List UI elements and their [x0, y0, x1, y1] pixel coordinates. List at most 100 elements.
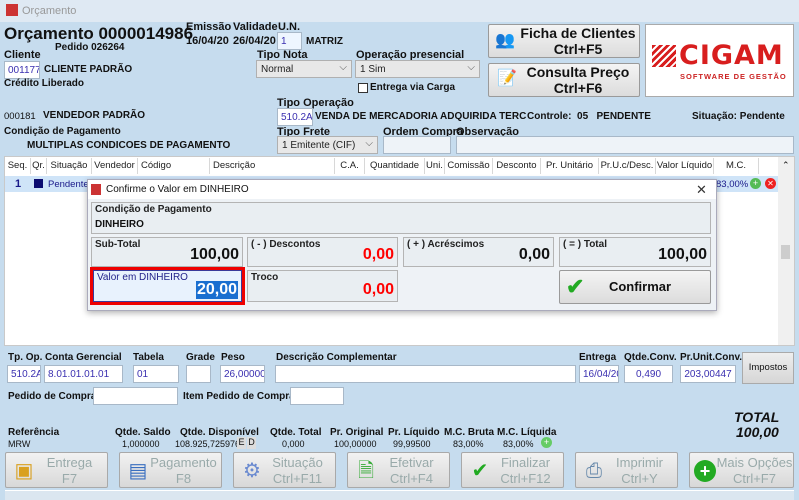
delete-icon[interactable]: ✕	[765, 178, 776, 189]
grid-scrollbar[interactable]: ⌃	[778, 157, 794, 345]
logo-house-icon	[652, 45, 676, 67]
subtotal-value: 100,00	[190, 246, 239, 263]
entrega-label: Entrega	[579, 352, 617, 363]
entrega-carga-checkbox[interactable]	[358, 83, 368, 93]
entrega-carga-label: Entrega via Carga	[370, 82, 456, 93]
e-button[interactable]: E	[237, 437, 246, 449]
col-pr-uc-desc[interactable]: Pr.U.c/Desc.	[599, 158, 656, 174]
row-seq: 1	[15, 178, 22, 190]
confirmar-button[interactable]: ✔ Confirmar	[559, 270, 711, 304]
credito-status: Crédito Liberado	[4, 78, 85, 89]
imprimir-button[interactable]: ⎙ Imprimir Ctrl+Y	[575, 452, 678, 488]
pagamento-button[interactable]: ▤ Pagamento F8	[119, 452, 222, 488]
pedido-label: Pedido	[55, 42, 89, 53]
add-icon[interactable]: +	[750, 178, 761, 189]
tabela-input[interactable]: 01	[133, 365, 179, 383]
tpop-input[interactable]: 510.2A	[7, 365, 41, 383]
operacao-presencial-select[interactable]: 1 Sim	[355, 60, 480, 78]
un-input[interactable]: 1	[277, 32, 302, 50]
col-quantidade[interactable]: Quantidade	[365, 158, 425, 174]
acrescimos-label: ( + ) Acréscimos	[407, 239, 485, 250]
cigam-logo: CIGAM SOFTWARE DE GESTÃO	[645, 24, 794, 97]
ficha-clientes-button[interactable]: 👥 Ficha de Clientes Ctrl+F5	[488, 24, 640, 58]
col-descricao[interactable]: Descrição	[210, 158, 335, 174]
descontos-box: ( - ) Descontos 0,00	[247, 237, 398, 267]
grade-input[interactable]	[186, 365, 211, 383]
situacao-button[interactable]: ⚙ Situação Ctrl+F11	[233, 452, 336, 488]
mais-opcoes-button[interactable]: + Mais Opções Ctrl+F7	[689, 452, 794, 488]
col-uni[interactable]: Uni.	[425, 158, 445, 174]
tipo-nota-select[interactable]: Normal	[256, 60, 352, 78]
document-check-icon: 🗎	[357, 460, 375, 482]
col-situacao[interactable]: Situação	[47, 158, 92, 174]
troco-label: Troco	[251, 272, 279, 283]
finalizar-button[interactable]: ✔ Finalizar Ctrl+F12	[461, 452, 564, 488]
cash-register-icon: ▤	[128, 460, 148, 482]
qtdeconv-input[interactable]: 0,490	[624, 365, 673, 383]
col-pr-unitario[interactable]: Pr. Unitário	[541, 158, 599, 174]
title-bar: Orçamento	[0, 0, 799, 22]
qtotal-value: 0,000	[282, 439, 305, 449]
col-codigo[interactable]: Código	[138, 158, 210, 174]
dialog-condicao-label: Condição de Pagamento	[95, 204, 212, 215]
situacao: Situação: Pendente	[692, 111, 785, 122]
pedido-value: 026264	[91, 42, 125, 53]
mcl-add-icon[interactable]: +	[541, 437, 552, 448]
tipo-operacao-desc: VENDA DE MERCADORIA ADQUIRIDA TERC	[315, 111, 527, 122]
col-valor-liquido[interactable]: Valor Líquido	[656, 158, 714, 174]
imprimir-shortcut: Ctrl+Y	[621, 471, 658, 486]
mais-opcoes-label: Mais Opções	[716, 455, 793, 470]
col-vendedor[interactable]: Vendedor	[92, 158, 138, 174]
conta-input[interactable]: 8.01.01.01.01	[44, 365, 123, 383]
gear-check-icon: ⚙	[243, 460, 261, 482]
scroll-up-icon[interactable]: ⌃	[782, 160, 790, 171]
mcb-value: 83,00%	[453, 439, 484, 449]
item-pedido-input[interactable]	[290, 387, 344, 405]
ordem-compra-input[interactable]	[383, 136, 451, 154]
dialog-app-icon	[91, 184, 101, 195]
entrega-button[interactable]: ▣ Entrega F7	[5, 452, 108, 488]
pedido-compra-input[interactable]	[93, 387, 178, 405]
entrega-input[interactable]: 16/04/20	[579, 365, 619, 383]
prorig-value: 100,00000	[334, 439, 377, 449]
tipo-frete-select[interactable]: 1 Emitente (CIF)	[277, 136, 378, 154]
col-desconto[interactable]: Desconto	[493, 158, 541, 174]
scroll-thumb[interactable]	[781, 245, 790, 259]
col-qr[interactable]: Qr.	[31, 158, 47, 174]
tipo-operacao-input[interactable]: 510.2A	[277, 108, 313, 126]
col-seq[interactable]: Seq.	[5, 158, 31, 174]
troco-box: Troco 0,00	[247, 270, 398, 302]
impostos-button[interactable]: Impostos	[742, 352, 794, 384]
vendedor-code: 000181	[4, 111, 36, 122]
observacao-input[interactable]	[456, 136, 794, 154]
validade-value: 26/04/20	[233, 35, 276, 47]
d-button[interactable]: D	[247, 437, 256, 449]
grade-label: Grade	[186, 352, 215, 363]
col-mc[interactable]: M.C.	[714, 158, 759, 174]
close-icon[interactable]: ✕	[696, 182, 707, 198]
un-name: MATRIZ	[306, 36, 344, 47]
total-value: 100,00	[658, 246, 707, 263]
efetivar-button[interactable]: 🗎 Efetivar Ctrl+F4	[347, 452, 450, 488]
prunit-input[interactable]: 203,00447	[680, 365, 736, 383]
efetivar-shortcut: Ctrl+F4	[390, 471, 433, 486]
consulta-label: Consulta Preço	[526, 64, 630, 80]
vendedor-name: VENDEDOR PADRÃO	[43, 110, 146, 121]
peso-input[interactable]: 26,00000	[220, 365, 265, 383]
checkmark-icon: ✔	[471, 460, 489, 482]
saldo-label: Qtde. Saldo	[115, 427, 171, 438]
qtotal-label: Qtde. Total	[270, 427, 322, 438]
cliente-code-input[interactable]: 001177	[4, 61, 40, 79]
confirm-dialog: Confirme o Valor em DINHEIRO ✕ Condição …	[87, 179, 717, 311]
desc-complementar-input[interactable]	[275, 365, 576, 383]
logo-text: CIGAM	[679, 40, 784, 71]
efetivar-label: Efetivar	[389, 455, 434, 470]
valor-dinheiro-value[interactable]: 20,00	[195, 281, 238, 299]
saldo-value: 1,000000	[122, 439, 160, 449]
col-ca[interactable]: C.A.	[335, 158, 365, 174]
consulta-preco-button[interactable]: 📝 Consulta Preço Ctrl+F6	[488, 63, 640, 97]
total-label: ( = ) Total	[563, 239, 607, 250]
valor-dinheiro-input[interactable]: Valor em DINHEIRO 20,00	[93, 270, 242, 302]
col-comissao[interactable]: Comissão	[445, 158, 493, 174]
acrescimos-box: ( + ) Acréscimos 0,00	[403, 237, 554, 267]
